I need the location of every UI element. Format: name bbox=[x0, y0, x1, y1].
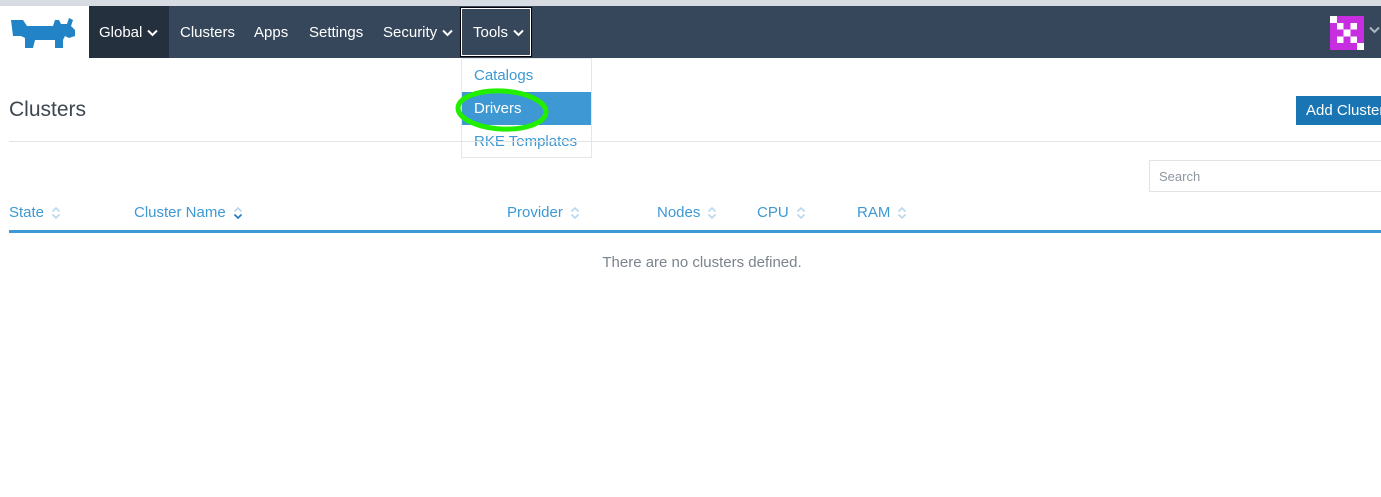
column-header-provider[interactable]: Provider bbox=[507, 204, 580, 221]
column-header-ram[interactable]: RAM bbox=[857, 204, 907, 221]
top-navbar: Global Clusters Apps Settings Security T… bbox=[0, 6, 1381, 58]
nav-clusters[interactable]: Clusters bbox=[180, 6, 235, 58]
nav-tools[interactable]: Tools bbox=[460, 7, 532, 57]
page-title: Clusters bbox=[9, 98, 87, 121]
nav-security[interactable]: Security bbox=[383, 6, 453, 58]
column-header-cluster-name[interactable]: Cluster Name bbox=[134, 204, 243, 221]
nav-settings[interactable]: Settings bbox=[309, 6, 363, 58]
menu-item-drivers[interactable]: Drivers bbox=[462, 92, 591, 125]
column-header-state[interactable]: State bbox=[9, 204, 61, 221]
user-avatar-icon[interactable] bbox=[1330, 16, 1364, 50]
divider bbox=[9, 141, 1381, 142]
column-header-cpu[interactable]: CPU bbox=[757, 204, 806, 221]
chevron-down-icon[interactable] bbox=[1369, 26, 1380, 34]
menu-item-catalogs[interactable]: Catalogs bbox=[462, 59, 591, 92]
add-cluster-button[interactable]: Add Cluster bbox=[1296, 96, 1381, 125]
sort-icon bbox=[708, 206, 717, 219]
sort-icon bbox=[570, 206, 579, 219]
sort-icon bbox=[51, 206, 61, 219]
sort-icon bbox=[233, 206, 242, 219]
rancher-logo-icon[interactable] bbox=[9, 16, 77, 50]
global-menu[interactable]: Global bbox=[89, 6, 169, 58]
chevron-down-icon bbox=[442, 29, 453, 36]
column-header-nodes[interactable]: Nodes bbox=[657, 204, 717, 221]
empty-table-message: There are no clusters defined. bbox=[602, 254, 802, 271]
sort-icon bbox=[898, 206, 907, 219]
tools-dropdown-menu: Catalogs Drivers RKE Templates bbox=[461, 58, 592, 158]
chevron-down-icon bbox=[147, 29, 159, 36]
chevron-down-icon bbox=[513, 29, 524, 36]
global-label: Global bbox=[99, 23, 143, 41]
table-header-underline bbox=[9, 230, 1381, 233]
nav-apps[interactable]: Apps bbox=[254, 6, 288, 58]
search-input[interactable] bbox=[1149, 160, 1381, 192]
sort-icon bbox=[796, 206, 805, 219]
